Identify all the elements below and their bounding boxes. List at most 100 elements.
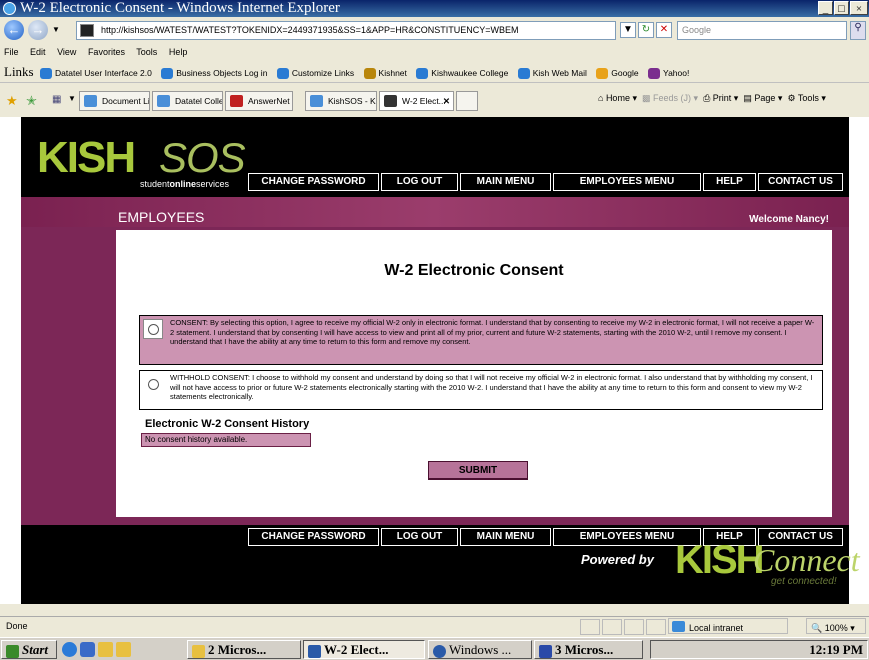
- print-button[interactable]: ⎙ Print ▾: [703, 93, 738, 103]
- home-button[interactable]: ⌂ Home ▾: [598, 93, 637, 103]
- footer-nav-main-menu[interactable]: Main Menu: [460, 528, 551, 546]
- maximize-button[interactable]: □: [834, 1, 849, 15]
- tab-w2-elect[interactable]: W-2 Elect... ✕: [379, 91, 454, 111]
- menu-tools[interactable]: Tools: [136, 47, 157, 57]
- menu-help[interactable]: Help: [169, 47, 188, 57]
- tools-button[interactable]: ⚙ Tools ▾: [787, 93, 825, 103]
- windows-logo-icon: [6, 644, 19, 658]
- page-favicon-icon: [80, 24, 94, 37]
- quicklaunch-ie-icon[interactable]: [62, 642, 77, 657]
- zoom-control[interactable]: 🔍 100% ▾: [806, 618, 866, 634]
- favorites-star-icon[interactable]: ★: [6, 93, 18, 109]
- links-label: Links: [4, 64, 34, 79]
- taskbar-item-micros-2[interactable]: 2 Micros...: [187, 640, 301, 659]
- close-button[interactable]: ×: [850, 1, 868, 15]
- link-icon: [517, 68, 530, 80]
- link-business-objects[interactable]: Business Objects Log in: [161, 68, 267, 80]
- feeds-button[interactable]: ▩ Feeds (J) ▾: [642, 93, 698, 103]
- consent-option[interactable]: CONSENT: By selecting this option, I agr…: [139, 315, 823, 365]
- taskbar-item-windows[interactable]: Windows ...: [428, 640, 532, 659]
- link-icon: [161, 68, 174, 80]
- link-icon: [363, 68, 376, 80]
- links-bar: Links Datatel User Interface 2.0 Busines…: [0, 61, 869, 83]
- withhold-text: WITHHOLD CONSENT: I choose to withhold m…: [170, 373, 813, 402]
- window-title: W-2 Electronic Consent - Windows Interne…: [20, 0, 340, 16]
- history-title: Electronic W-2 Consent History: [145, 418, 310, 430]
- page-viewport: KISH SOS studentonlineservices Change Pa…: [0, 117, 869, 604]
- status-pane: [580, 619, 600, 635]
- tab-document-lib[interactable]: Document Lib...: [79, 91, 150, 111]
- tab-kishsos[interactable]: KishSOS - Kis...: [305, 91, 377, 111]
- nav-change-password[interactable]: Change Password: [248, 173, 379, 191]
- page-button[interactable]: ▤ Page ▾: [743, 93, 782, 103]
- minimize-button[interactable]: _: [818, 1, 833, 15]
- zoom-icon: 🔍: [811, 623, 823, 633]
- app-icon: [308, 644, 321, 658]
- nav-contact-us[interactable]: Contact Us: [758, 173, 843, 191]
- link-google[interactable]: Google: [596, 68, 639, 80]
- tab-answernet[interactable]: AnswerNet: [225, 91, 293, 111]
- back-button[interactable]: ←: [4, 20, 24, 40]
- link-customize-links[interactable]: Customize Links: [276, 68, 354, 80]
- kishsos-logo: KISH SOS studentonlineservices: [37, 133, 246, 190]
- add-favorites-icon[interactable]: ✭: [26, 93, 37, 109]
- menu-file[interactable]: File: [4, 47, 19, 57]
- address-dropdown-icon[interactable]: ▼: [620, 22, 636, 38]
- quicklaunch-app-icon[interactable]: [98, 642, 113, 657]
- app-icon: [433, 644, 446, 658]
- tab-list-icon[interactable]: ▼: [68, 94, 76, 103]
- footer-nav-change-password[interactable]: Change Password: [248, 528, 379, 546]
- search-input[interactable]: Google: [677, 21, 847, 40]
- status-pane: [646, 619, 666, 635]
- link-kish-web-mail[interactable]: Kish Web Mail: [517, 68, 587, 80]
- menu-favorites[interactable]: Favorites: [88, 47, 125, 57]
- address-url: http://kishsos/WATEST/WATEST?TOKENIDX=24…: [101, 25, 519, 35]
- taskbar: Start 2 Micros... W-2 Elect... Windows .…: [0, 637, 869, 660]
- start-button[interactable]: Start: [1, 640, 57, 659]
- address-input[interactable]: http://kishsos/WATEST/WATEST?TOKENIDX=24…: [76, 21, 616, 40]
- content-frame: W-2 Electronic Consent CONSENT: By selec…: [21, 227, 849, 525]
- ie-icon: [3, 2, 16, 15]
- kishconnect-logo: KISH Connect get connected!: [675, 538, 860, 587]
- refresh-icon[interactable]: ↻: [638, 22, 654, 38]
- nav-log-out[interactable]: Log Out: [381, 173, 458, 191]
- app-icon: [192, 644, 205, 658]
- content-panel: W-2 Electronic Consent CONSENT: By selec…: [116, 230, 832, 517]
- tab-datatel-collea[interactable]: Datatel Collea...: [152, 91, 223, 111]
- footer-nav-log-out[interactable]: Log Out: [381, 528, 458, 546]
- quicklaunch-app-icon[interactable]: [116, 642, 131, 657]
- history-dropdown-icon[interactable]: ▼: [52, 25, 60, 34]
- nav-employees-menu[interactable]: Employees Menu: [553, 173, 701, 191]
- link-datatel-ui[interactable]: Datatel User Interface 2.0: [40, 68, 152, 80]
- quick-tabs-icon[interactable]: ▦: [52, 94, 61, 105]
- link-kishwaukee[interactable]: Kishwaukee College: [416, 68, 508, 80]
- tab-bar: ★ ✭ ▦ ▼ Document Lib... Datatel Collea..…: [0, 84, 869, 117]
- app-icon: [539, 644, 552, 658]
- consent-radio[interactable]: [148, 324, 159, 335]
- system-tray: 12:19 PM: [650, 640, 868, 659]
- menu-edit[interactable]: Edit: [30, 47, 46, 57]
- taskbar-item-micros-3[interactable]: 3 Micros...: [534, 640, 643, 659]
- new-tab-button[interactable]: [456, 91, 478, 111]
- nav-help[interactable]: Help: [703, 173, 756, 191]
- logo-tagline: studentonlineservices: [140, 179, 230, 189]
- link-icon: [276, 68, 289, 80]
- link-icon: [648, 68, 661, 80]
- tab-icon: [230, 95, 243, 107]
- close-tab-icon[interactable]: ✕: [443, 92, 450, 110]
- history-empty: No consent history available.: [141, 433, 311, 447]
- link-yahoo[interactable]: Yahoo!: [648, 68, 689, 80]
- withhold-option[interactable]: WITHHOLD CONSENT: I choose to withhold m…: [139, 370, 823, 410]
- stop-icon[interactable]: ✕: [656, 22, 672, 38]
- forward-button[interactable]: →: [28, 20, 48, 40]
- menu-view[interactable]: View: [57, 47, 76, 57]
- quicklaunch-desktop-icon[interactable]: [80, 642, 95, 657]
- link-kishnet[interactable]: Kishnet: [363, 68, 407, 80]
- submit-button[interactable]: SUBMIT: [428, 461, 528, 480]
- withhold-radio[interactable]: [148, 379, 159, 390]
- status-text: Done: [6, 621, 28, 631]
- search-icon[interactable]: ⚲: [850, 21, 866, 40]
- nav-main-menu[interactable]: Main Menu: [460, 173, 551, 191]
- link-icon: [40, 68, 52, 80]
- taskbar-item-w2-elect[interactable]: W-2 Elect...: [303, 640, 425, 659]
